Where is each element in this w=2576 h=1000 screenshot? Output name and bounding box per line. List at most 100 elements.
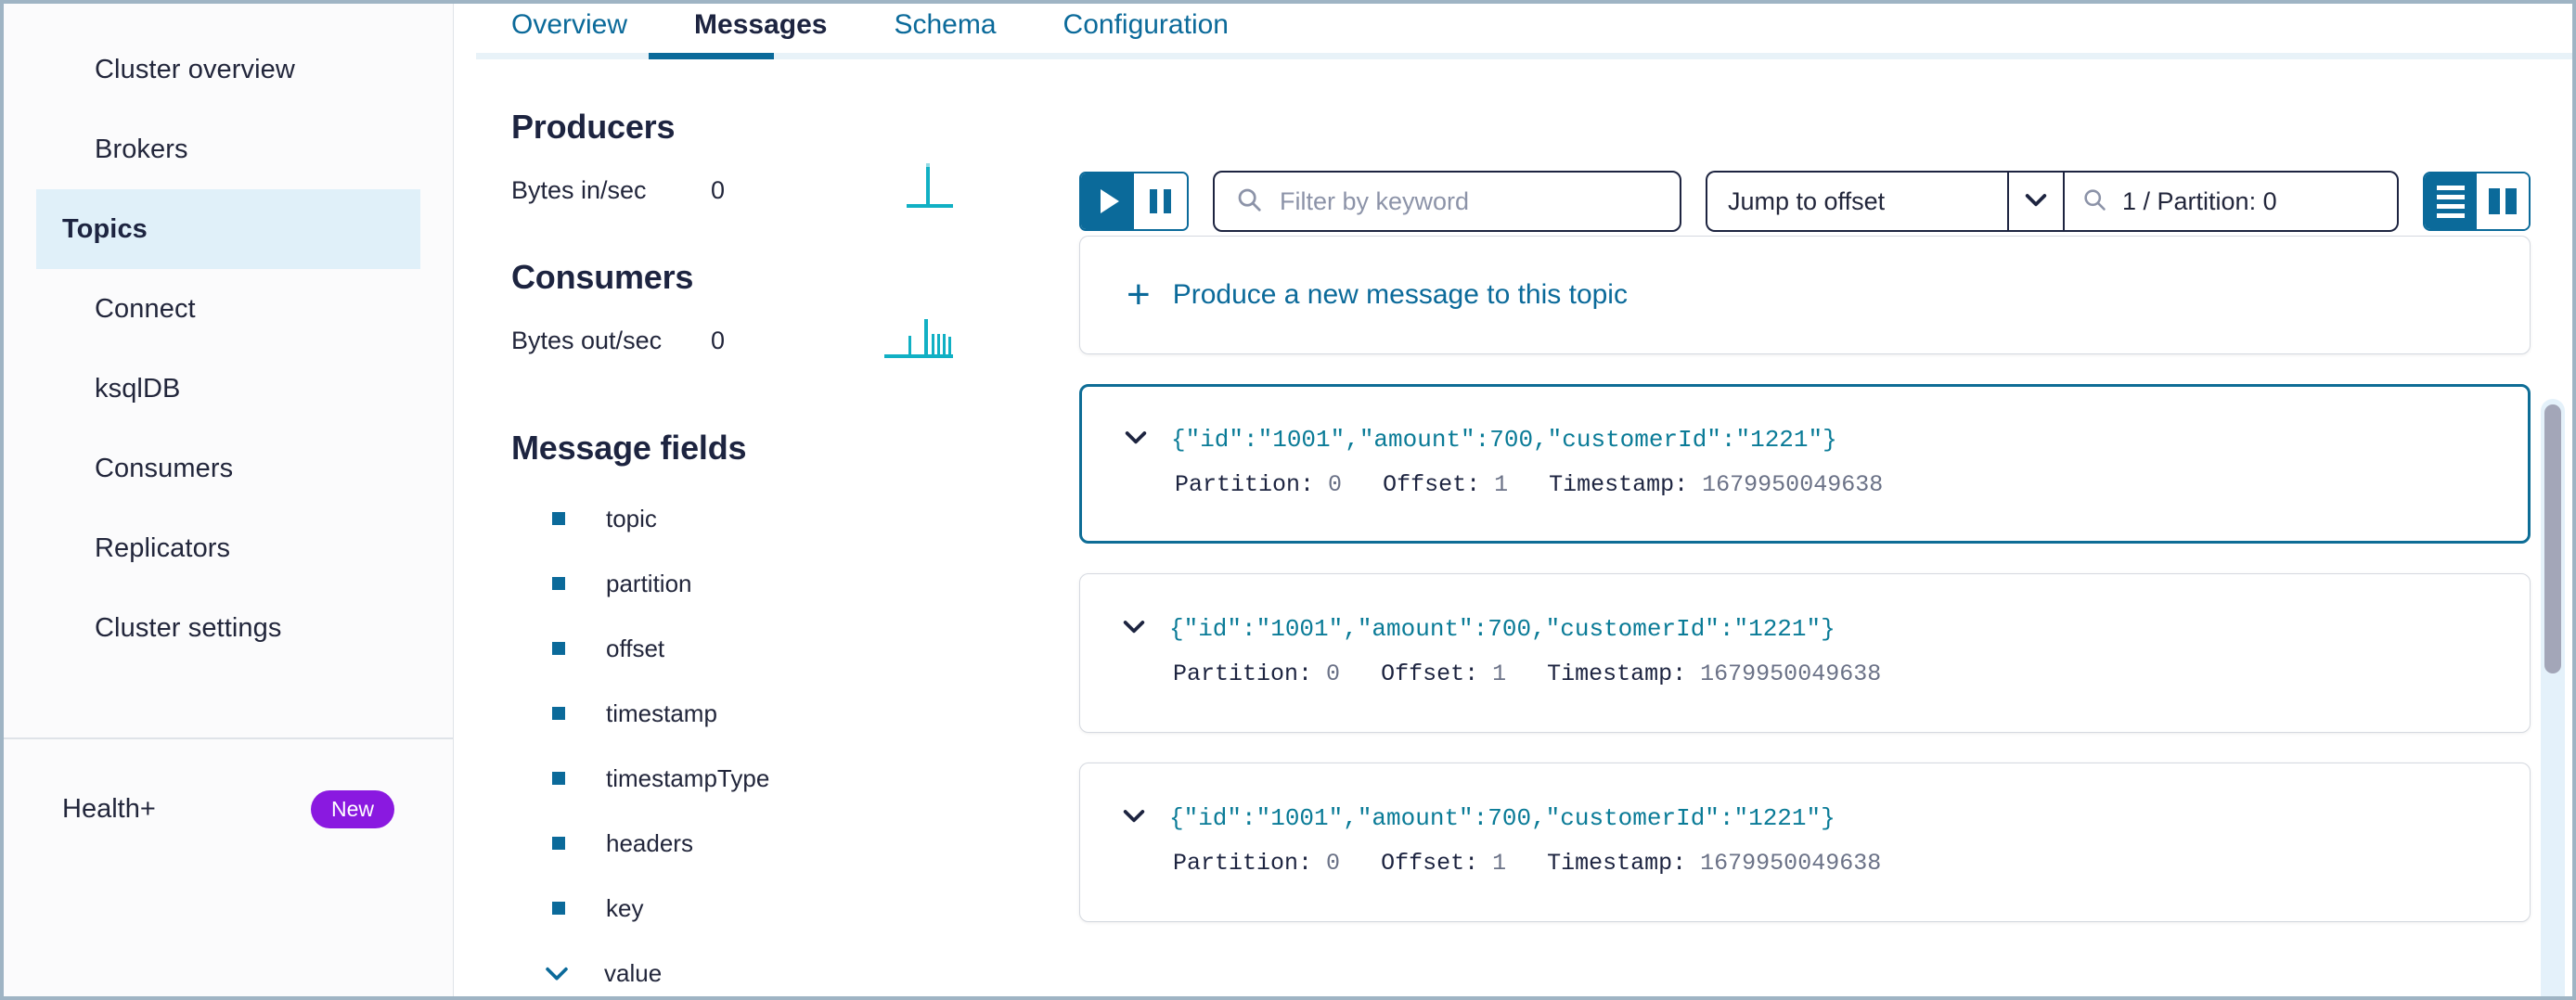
- jump-to-offset-group: Jump to offset: [1706, 171, 2399, 232]
- scrollbar-thumb[interactable]: [2544, 404, 2561, 673]
- tab-messages[interactable]: Messages: [694, 4, 827, 46]
- partition-label: Partition:: [1175, 471, 1314, 498]
- card-view-button[interactable]: [2477, 173, 2529, 229]
- card-view-icon: [2489, 188, 2517, 214]
- timestamp-label: Timestamp:: [1547, 850, 1686, 877]
- messages-scrollbar[interactable]: [2541, 399, 2565, 1000]
- sidebar-item-replicators[interactable]: Replicators: [36, 508, 420, 588]
- timestamp-value: 1679950049638: [1702, 471, 1883, 498]
- tab-label: Schema: [894, 9, 996, 40]
- bullet-square-icon: [552, 642, 565, 655]
- bullet-square-icon: [552, 707, 565, 720]
- tab-configuration[interactable]: Configuration: [1063, 4, 1229, 46]
- tab-label: Configuration: [1063, 9, 1229, 40]
- timestamp-label: Timestamp:: [1547, 660, 1686, 687]
- jump-mode-value: Jump to offset: [1728, 187, 1885, 216]
- consumers-sparkline-chart: [882, 306, 955, 365]
- message-field-label: timestamp: [606, 699, 717, 728]
- search-icon: [1235, 186, 1263, 218]
- app-window: Cluster overview Brokers Topics Connect …: [0, 0, 2576, 1000]
- tab-overview[interactable]: Overview: [511, 4, 627, 46]
- bullet-square-icon: [552, 512, 565, 525]
- partition-label: Partition:: [1173, 850, 1312, 877]
- sidebar-item-brokers[interactable]: Brokers: [36, 109, 420, 189]
- message-field-partition[interactable]: partition: [511, 551, 983, 616]
- plus-icon: +: [1127, 275, 1151, 315]
- produce-message-label: Produce a new message to this topic: [1173, 279, 1628, 311]
- message-field-value[interactable]: value: [511, 941, 983, 1000]
- message-card[interactable]: {"id":"1001","amount":700,"customerId":"…: [1079, 763, 2531, 922]
- bytes-in-row: Bytes in/sec 0: [511, 167, 983, 213]
- message-field-label: key: [606, 894, 643, 923]
- sidebar-item-label: Replicators: [95, 533, 230, 564]
- message-field-label: partition: [606, 570, 692, 598]
- messages-toolbar: Jump to offset: [1001, 63, 2572, 236]
- timestamp-label: Timestamp:: [1549, 471, 1688, 498]
- message-field-label: value: [604, 959, 662, 988]
- message-metadata: Partition: 0 Offset: 1 Timestamp: 167995…: [1173, 850, 2530, 877]
- sidebar-item-connect[interactable]: Connect: [36, 269, 420, 349]
- sidebar-item-label: Cluster overview: [95, 55, 295, 85]
- pause-button[interactable]: [1134, 173, 1187, 229]
- sidebar-item-label: Topics: [62, 214, 148, 245]
- offset-search-field[interactable]: [2065, 171, 2399, 232]
- chevron-down-icon[interactable]: [1121, 422, 1151, 456]
- main-content: Overview Messages Schema Configuration P…: [454, 4, 2572, 996]
- play-button[interactable]: [1081, 173, 1134, 229]
- producers-heading: Producers: [511, 108, 983, 147]
- offset-search-input[interactable]: [2122, 187, 2380, 216]
- consumers-heading: Consumers: [511, 258, 983, 297]
- sidebar-item-consumers[interactable]: Consumers: [36, 429, 420, 508]
- bytes-out-label: Bytes out/sec: [511, 327, 711, 355]
- message-card[interactable]: {"id":"1001","amount":700,"customerId":"…: [1079, 384, 2531, 544]
- tab-underline-track: [476, 53, 2572, 59]
- message-field-offset[interactable]: offset: [511, 616, 983, 681]
- producers-sparkline-chart: [882, 156, 955, 215]
- partition-value: 0: [1326, 850, 1340, 877]
- offset-label: Offset:: [1381, 850, 1478, 877]
- sidebar-item-cluster-settings[interactable]: Cluster settings: [36, 588, 420, 668]
- message-card[interactable]: {"id":"1001","amount":700,"customerId":"…: [1079, 573, 2531, 733]
- sidebar-item-ksqldb[interactable]: ksqlDB: [36, 349, 420, 429]
- sidebar-item-health-plus[interactable]: Health+ New: [4, 739, 453, 878]
- jump-mode-dropdown-button[interactable]: [2007, 171, 2065, 232]
- chevron-down-icon[interactable]: [1119, 801, 1149, 835]
- message-field-label: headers: [606, 829, 693, 858]
- message-field-topic[interactable]: topic: [511, 486, 983, 551]
- list-view-icon: [2437, 186, 2465, 218]
- message-metadata: Partition: 0 Offset: 1 Timestamp: 167995…: [1173, 660, 2530, 687]
- message-json-value: {"id":"1001","amount":700,"customerId":"…: [1171, 426, 1837, 454]
- metrics-panel: Producers Bytes in/sec 0 Consumers Bytes…: [454, 63, 983, 996]
- partition-value: 0: [1326, 660, 1340, 687]
- status-badge: New: [311, 790, 394, 828]
- messages-list: + Produce a new message to this topic {"…: [1001, 236, 2572, 996]
- message-field-timestamp[interactable]: timestamp: [511, 681, 983, 746]
- sidebar: Cluster overview Brokers Topics Connect …: [4, 4, 454, 996]
- play-pause-group: [1079, 172, 1189, 231]
- produce-message-button[interactable]: + Produce a new message to this topic: [1079, 236, 2531, 354]
- message-field-headers[interactable]: headers: [511, 811, 983, 876]
- message-field-key[interactable]: key: [511, 876, 983, 941]
- bytes-in-label: Bytes in/sec: [511, 176, 711, 205]
- jump-mode-select[interactable]: Jump to offset: [1706, 171, 2007, 232]
- tab-label: Messages: [694, 9, 827, 40]
- chevron-down-icon[interactable]: [1119, 611, 1149, 646]
- partition-value: 0: [1328, 471, 1342, 498]
- search-input[interactable]: [1280, 187, 1659, 216]
- health-plus-label: Health+: [62, 794, 156, 825]
- message-json-value: {"id":"1001","amount":700,"customerId":"…: [1169, 615, 1835, 643]
- offset-label: Offset:: [1383, 471, 1480, 498]
- filter-keyword-field[interactable]: [1213, 171, 1681, 232]
- bytes-out-row: Bytes out/sec 0: [511, 317, 983, 364]
- list-view-button[interactable]: [2425, 173, 2477, 229]
- message-field-label: timestampType: [606, 764, 769, 793]
- sidebar-nav: Cluster overview Brokers Topics Connect …: [4, 4, 453, 668]
- sidebar-item-topics[interactable]: Topics: [36, 189, 420, 269]
- tab-schema[interactable]: Schema: [894, 4, 996, 46]
- sidebar-item-cluster-overview[interactable]: Cluster overview: [36, 30, 420, 109]
- bytes-out-value: 0: [711, 327, 725, 355]
- message-metadata: Partition: 0 Offset: 1 Timestamp: 167995…: [1175, 471, 2528, 498]
- message-field-timestamptype[interactable]: timestampType: [511, 746, 983, 811]
- partition-label: Partition:: [1173, 660, 1312, 687]
- offset-label: Offset:: [1381, 660, 1478, 687]
